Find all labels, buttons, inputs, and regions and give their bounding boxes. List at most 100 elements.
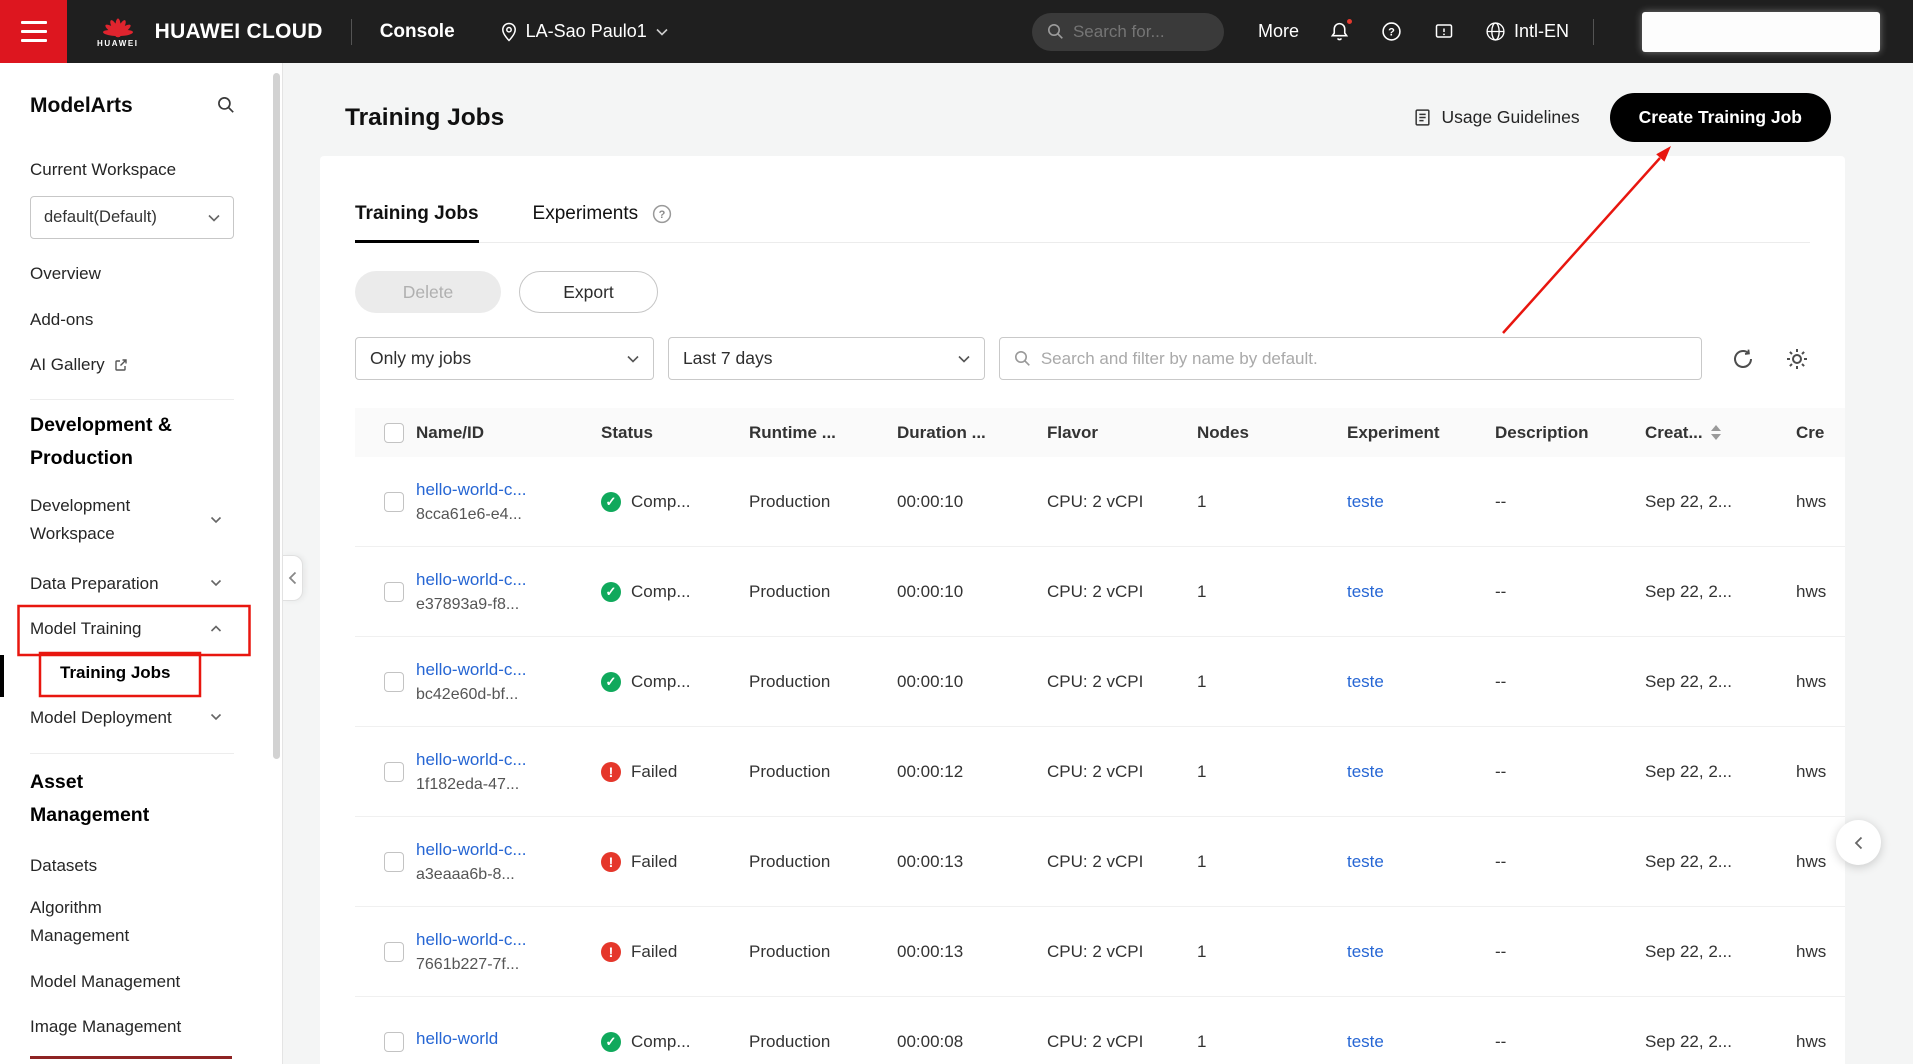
time-range-select[interactable]: Last 7 days <box>667 337 985 380</box>
settings-gear-icon <box>1787 348 1808 369</box>
creator-cell: hws <box>1796 1031 1827 1051</box>
sidebar-item-addons[interactable]: Add-ons <box>30 309 190 331</box>
help-button[interactable]: ? <box>1381 21 1403 43</box>
job-id: 1f182eda-47... <box>416 775 520 793</box>
delete-button[interactable]: Delete <box>355 271 501 313</box>
duration-cell: 00:00:10 <box>897 671 964 691</box>
row-checkbox[interactable] <box>384 851 404 872</box>
column-header-nodes: Nodes <box>1197 423 1347 443</box>
status-text: Comp... <box>631 671 691 691</box>
status-text: Failed <box>631 851 678 871</box>
tab-training-jobs[interactable]: Training Jobs <box>355 203 479 243</box>
nodes-cell: 1 <box>1197 491 1207 511</box>
search-icon[interactable] <box>217 96 235 114</box>
feedback-icon <box>1435 23 1453 38</box>
create-training-job-button[interactable]: Create Training Job <box>1609 93 1831 142</box>
duration-cell: 00:00:13 <box>897 941 964 961</box>
job-name-link[interactable]: hello-world-c... <box>416 570 591 590</box>
experiment-link[interactable]: teste <box>1347 1032 1384 1051</box>
row-checkbox[interactable] <box>384 1031 404 1052</box>
chevron-down-icon[interactable] <box>210 514 222 526</box>
usage-guidelines-link[interactable]: Usage Guidelines <box>1413 107 1580 128</box>
status-text: Failed <box>631 941 678 961</box>
table-search-input[interactable] <box>1040 348 1688 369</box>
experiment-link[interactable]: teste <box>1347 762 1384 781</box>
sidebar-item-model-management[interactable]: Model Management <box>30 971 190 993</box>
job-name-link[interactable]: hello-world-c... <box>416 480 591 500</box>
sidebar-item-image-management[interactable]: Image Management <box>30 1016 190 1038</box>
sidebar-scrollbar-thumb[interactable] <box>273 73 280 759</box>
time-range-value: Last 7 days <box>682 348 773 368</box>
job-name-link[interactable]: hello-world-c... <box>416 930 591 950</box>
status-text: Comp... <box>631 581 691 601</box>
help-icon: ? <box>1382 22 1402 41</box>
experiment-link[interactable]: teste <box>1347 582 1384 601</box>
table-row: hello-world-c... 7661b227-7f... Failed P… <box>355 907 1845 997</box>
sidebar-item-model-training[interactable]: Model Training <box>30 618 190 640</box>
created-cell: Sep 22, 2... <box>1645 851 1732 871</box>
language-selector[interactable]: Intl-EN <box>1485 21 1569 42</box>
topbar-search-input[interactable] <box>1072 21 1209 42</box>
job-name-link[interactable]: hello-world <box>416 1029 591 1049</box>
experiment-link[interactable]: teste <box>1347 492 1384 511</box>
experiment-link[interactable]: teste <box>1347 852 1384 871</box>
nodes-cell: 1 <box>1197 1031 1207 1051</box>
row-checkbox[interactable] <box>384 761 404 782</box>
feedback-button[interactable] <box>1433 21 1455 43</box>
sidebar-item-overview[interactable]: Overview <box>30 263 190 285</box>
status-icon <box>601 941 621 962</box>
select-all-checkbox[interactable] <box>384 422 404 443</box>
tab-experiments[interactable]: Experiments ? <box>533 203 673 242</box>
hamburger-menu-button[interactable] <box>0 0 67 63</box>
job-name-link[interactable]: hello-world-c... <box>416 660 591 680</box>
sidebar-item-algorithm-management[interactable]: Algorithm Management <box>30 894 190 950</box>
sidebar-item-datasets[interactable]: Datasets <box>30 855 190 877</box>
table-toolbar: Delete Export <box>355 271 1810 313</box>
more-menu[interactable]: More <box>1258 21 1299 42</box>
question-circle-icon[interactable]: ? <box>652 204 672 224</box>
row-checkbox[interactable] <box>384 941 404 962</box>
account-menu-redacted[interactable] <box>1642 11 1880 52</box>
refresh-button[interactable] <box>1730 346 1756 372</box>
console-link[interactable]: Console <box>380 21 455 43</box>
column-header-runtime: Runtime ... <box>749 423 897 443</box>
notifications-button[interactable] <box>1329 16 1354 43</box>
sidebar-item-ai-gallery[interactable]: AI Gallery <box>30 354 128 376</box>
status-icon <box>601 761 621 782</box>
sidebar-collapse-handle[interactable] <box>283 555 303 601</box>
export-button[interactable]: Export <box>519 271 658 313</box>
sidebar-item-data-preparation[interactable]: Data Preparation <box>30 573 190 595</box>
chevron-down-icon[interactable] <box>210 577 222 589</box>
brand-name[interactable]: HUAWEI CLOUD <box>155 20 323 44</box>
divider <box>30 399 234 400</box>
chevron-up-icon[interactable] <box>210 623 222 635</box>
job-name-link[interactable]: hello-world-c... <box>416 840 591 860</box>
sidebar-item-training-jobs[interactable]: Training Jobs <box>60 662 190 684</box>
duration-cell: 00:00:10 <box>897 491 964 511</box>
job-name-link[interactable]: hello-world-c... <box>416 750 591 770</box>
scope-filter-select[interactable]: Only my jobs <box>355 337 654 380</box>
chevron-down-icon[interactable] <box>210 711 222 723</box>
svg-text:?: ? <box>659 209 666 221</box>
flavor-cell: CPU: 2 vCPI <box>1047 941 1144 961</box>
duration-cell: 00:00:08 <box>897 1031 964 1051</box>
row-checkbox[interactable] <box>384 671 404 692</box>
runtime-cell: Production <box>749 851 831 871</box>
row-checkbox[interactable] <box>384 581 404 602</box>
workspace-select[interactable]: default(Default) <box>30 196 234 239</box>
experiment-link[interactable]: teste <box>1347 672 1384 691</box>
sidebar-item-model-deployment[interactable]: Model Deployment <box>30 707 190 729</box>
sidebar-item-development-workspace[interactable]: Development Workspace <box>30 492 190 548</box>
created-cell: Sep 22, 2... <box>1645 491 1732 511</box>
experiment-link[interactable]: teste <box>1347 942 1384 961</box>
row-checkbox[interactable] <box>384 491 404 512</box>
panel-expand-button[interactable] <box>1836 820 1881 865</box>
sort-icon[interactable] <box>1710 425 1721 440</box>
created-cell: Sep 22, 2... <box>1645 671 1732 691</box>
column-settings-button[interactable] <box>1784 346 1810 372</box>
region-selector[interactable]: LA-Sao Paulo1 <box>501 21 668 42</box>
tab-bar: Training Jobs Experiments ? <box>355 156 1810 243</box>
table-search[interactable] <box>998 337 1703 380</box>
logo-text: HUAWEI <box>97 38 139 48</box>
topbar-search[interactable] <box>1031 12 1224 51</box>
